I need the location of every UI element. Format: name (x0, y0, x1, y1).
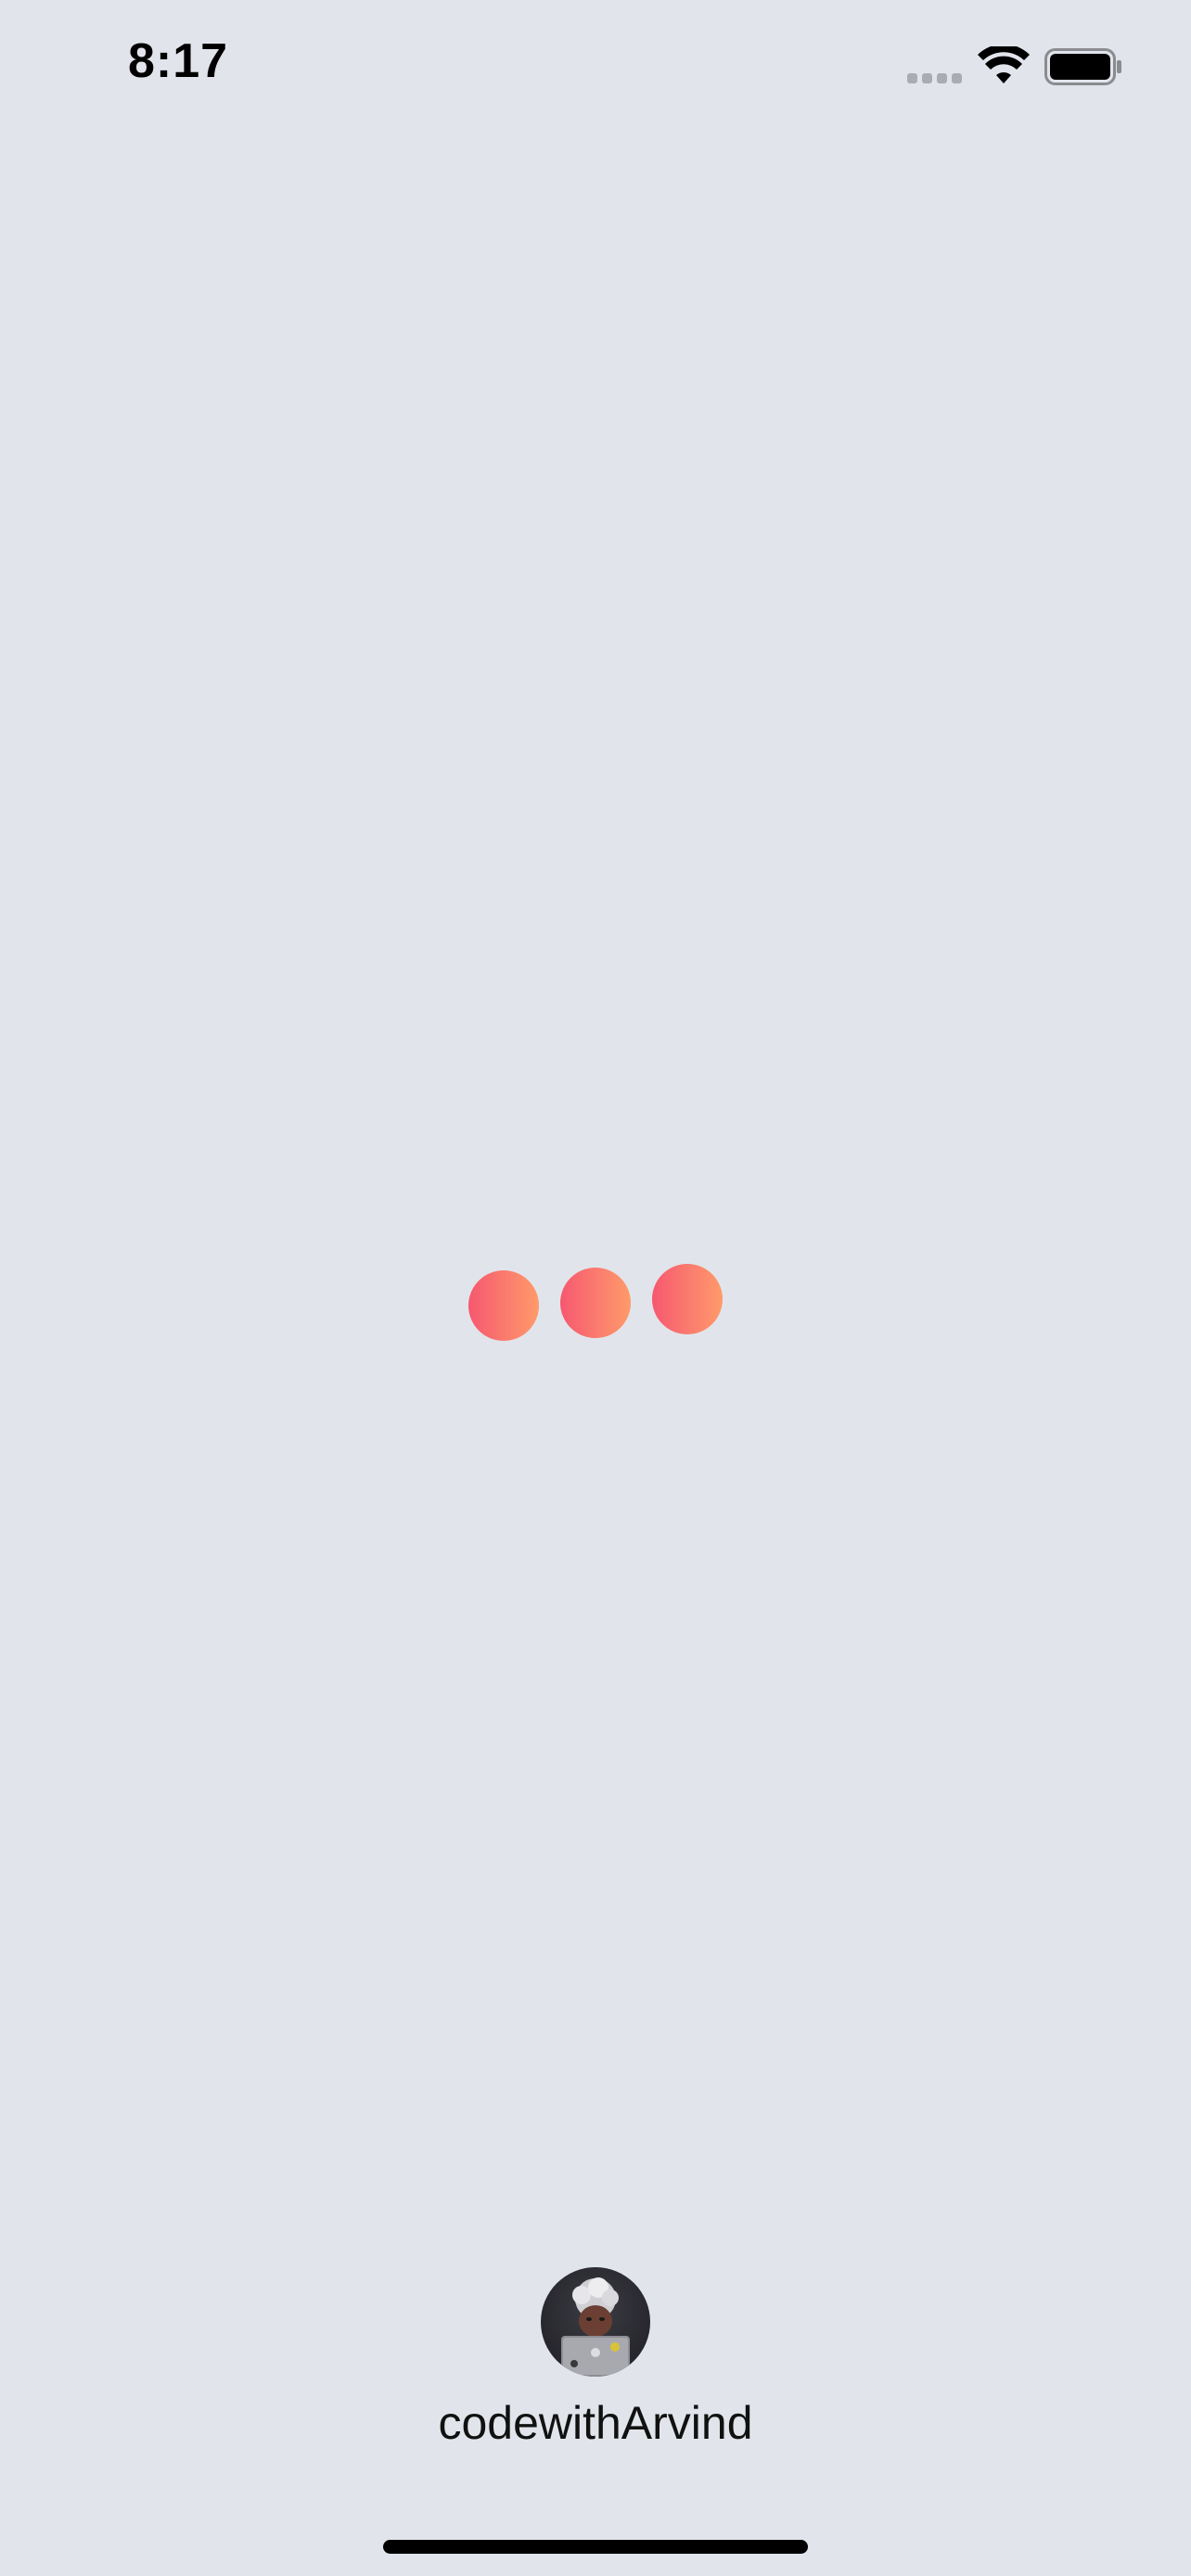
cellular-signal-icon (907, 73, 963, 84)
loading-dot (560, 1268, 631, 1338)
profile-name: codewithArvind (438, 2397, 753, 2449)
loading-dot (652, 1264, 723, 1334)
avatar[interactable] (541, 2267, 650, 2377)
avatar-memoji-icon (561, 2277, 630, 2377)
loading-dot (468, 1270, 539, 1341)
home-indicator[interactable] (383, 2540, 808, 2554)
battery-icon (1044, 48, 1121, 85)
loading-indicator (0, 1252, 1191, 1354)
wifi-icon (978, 46, 1030, 83)
status-bar: 8:17 (0, 0, 1191, 139)
profile-footer: codewithArvind (0, 2264, 1191, 2468)
status-time: 8:17 (128, 34, 229, 88)
